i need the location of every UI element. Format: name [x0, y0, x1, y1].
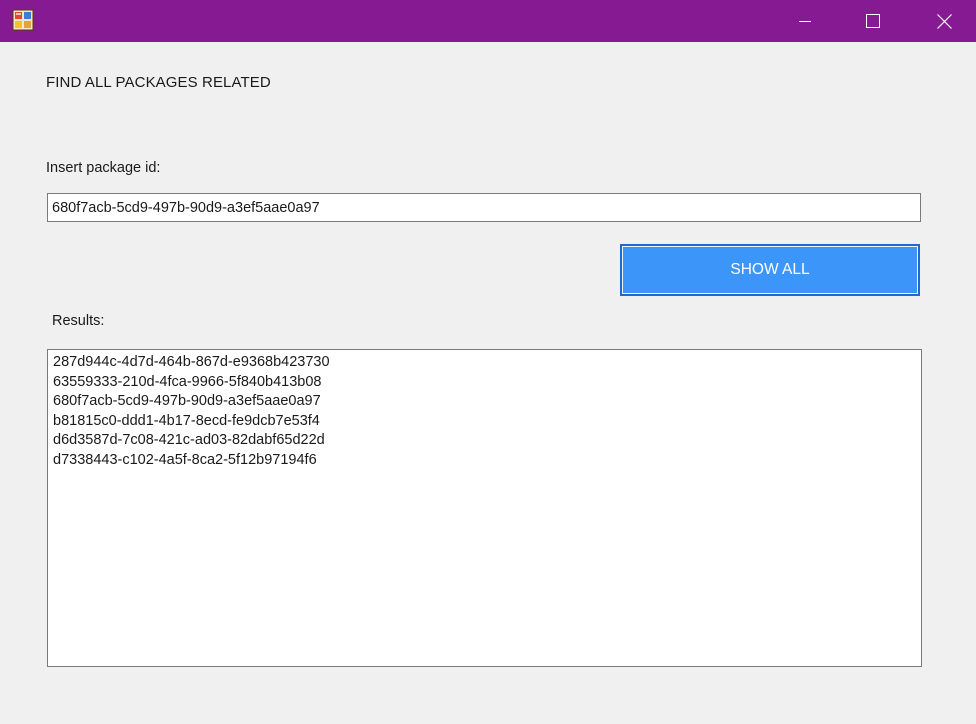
- app-icon[interactable]: [12, 9, 34, 31]
- app-window: FIND ALL PACKAGES RELATED Insert package…: [0, 0, 976, 724]
- results-list[interactable]: 287d944c-4d7d-464b-867d-e9368b423730 635…: [47, 349, 922, 667]
- close-button[interactable]: [921, 0, 967, 42]
- package-id-label: Insert package id:: [46, 160, 161, 176]
- result-item[interactable]: 680f7acb-5cd9-497b-90d9-a3ef5aae0a97: [53, 392, 916, 412]
- maximize-button[interactable]: [850, 0, 896, 42]
- result-item[interactable]: b81815c0-ddd1-4b17-8ecd-fe9dcb7e53f4: [53, 412, 916, 432]
- show-all-button-label: SHOW ALL: [730, 261, 810, 278]
- minimize-button[interactable]: [782, 0, 828, 42]
- results-label: Results:: [52, 313, 105, 329]
- result-item[interactable]: 63559333-210d-4fca-9966-5f840b413b08: [53, 373, 916, 393]
- result-item[interactable]: 287d944c-4d7d-464b-867d-e9368b423730: [53, 353, 916, 373]
- show-all-button[interactable]: SHOW ALL: [620, 244, 920, 296]
- title-bar[interactable]: [0, 0, 976, 42]
- minimize-icon: [799, 15, 811, 27]
- close-icon: [936, 13, 952, 29]
- result-item[interactable]: d7338443-c102-4a5f-8ca2-5f12b97194f6: [53, 451, 916, 471]
- maximize-icon: [866, 14, 880, 28]
- result-item[interactable]: d6d3587d-7c08-421c-ad03-82dabf65d22d: [53, 431, 916, 451]
- page-heading: FIND ALL PACKAGES RELATED: [46, 74, 271, 91]
- package-id-input[interactable]: [47, 193, 921, 222]
